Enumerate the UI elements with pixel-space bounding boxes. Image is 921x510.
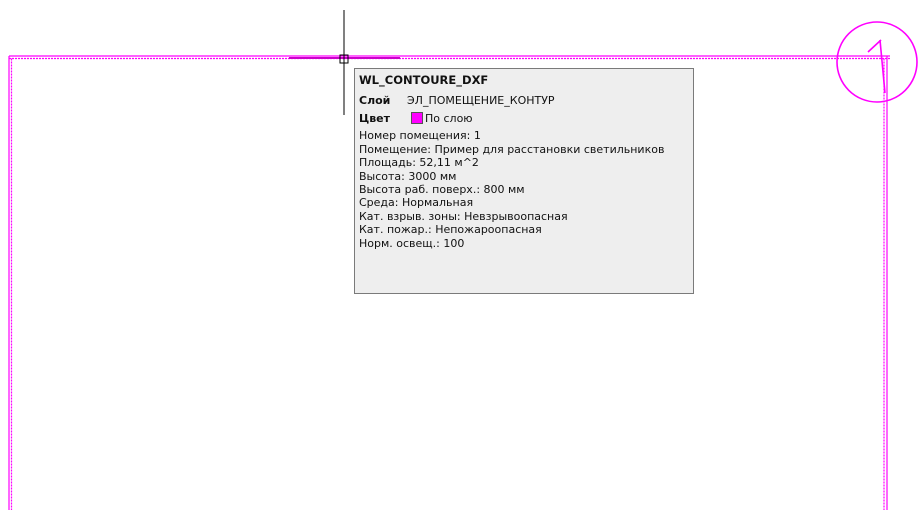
tooltip-color-row: Цвет По слою: [359, 109, 693, 127]
tooltip-title: WL_CONTOURE_DXF: [359, 73, 489, 87]
property-work-surface-height: Высота раб. поверх.: 800 мм: [359, 182, 525, 196]
layer-label: Слой: [359, 93, 391, 107]
property-environment: Среда: Нормальная: [359, 196, 474, 210]
tooltip-layer-row: Слой ЭЛ_ПОМЕЩЕНИЕ_КОНТУР: [359, 91, 693, 109]
property-height: Высота: 3000 мм: [359, 169, 457, 183]
property-room-name: Помещение: Пример для расстановки светил…: [359, 142, 665, 156]
axis-number-flag: [867, 39, 882, 53]
property-area: Площадь: 52,11 м^2: [359, 156, 479, 170]
property-room-number: Номер помещения: 1: [359, 129, 481, 143]
object-tooltip: WL_CONTOURE_DXF Слой ЭЛ_ПОМЕЩЕНИЕ_КОНТУР…: [354, 68, 694, 294]
color-label: Цвет: [359, 111, 391, 125]
property-explosion-category: Кат. взрыв. зоны: Невзрывоопасная: [359, 209, 568, 223]
crosshair-cursor: [339, 10, 349, 115]
layer-value: ЭЛ_ПОМЕЩЕНИЕ_КОНТУР: [407, 93, 555, 107]
tooltip-properties: Номер помещения: 1 Помещение: Пример для…: [359, 129, 693, 250]
axis-circle: [836, 21, 918, 103]
color-swatch-icon: [411, 112, 423, 125]
color-value: По слою: [425, 111, 473, 125]
property-illumination-norm: Норм. освещ.: 100: [359, 236, 465, 250]
axis-marker[interactable]: 1: [836, 21, 918, 103]
axis-marker-label: 1: [878, 69, 879, 71]
property-fire-category: Кат. пожар.: Непожароопасная: [359, 223, 542, 237]
